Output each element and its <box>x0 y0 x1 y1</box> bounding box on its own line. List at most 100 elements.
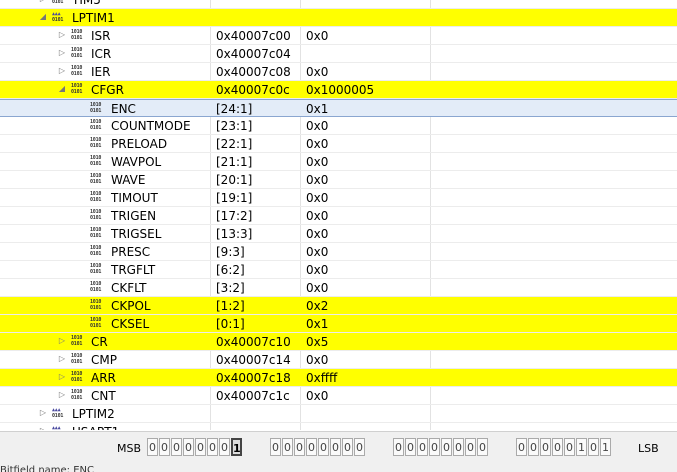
bit-cell[interactable]: 1 <box>600 438 611 456</box>
bitfield-row[interactable]: 1010 0101 ENC [24:1] 0x1 <box>0 99 677 117</box>
bit-cell[interactable]: 0 <box>318 438 329 456</box>
row-value: 0x0 <box>306 209 329 223</box>
bit-cell[interactable]: 0 <box>342 438 353 456</box>
row-value: 0x0 <box>306 119 329 133</box>
bit-cell[interactable]: 0 <box>528 438 539 456</box>
bit-cell[interactable]: 0 <box>516 438 527 456</box>
bitfield-row[interactable]: 1010 0101 CKSEL [0:1] 0x1 <box>0 315 677 333</box>
bitfield-icon: 1010 0101 <box>90 155 102 167</box>
collapsed-twisty-icon[interactable]: ▷ <box>57 30 67 40</box>
bitfield-row[interactable]: 1010 0101 COUNTMODE [23:1] 0x0 <box>0 117 677 135</box>
bitfield-icon: 1010 0101 <box>90 102 102 114</box>
collapsed-twisty-icon[interactable]: ▷ <box>57 372 67 382</box>
bit-cell[interactable]: 0 <box>393 438 404 456</box>
row-name: CKPOL <box>111 299 151 313</box>
bitfield-row[interactable]: 1010 0101 PRELOAD [22:1] 0x0 <box>0 135 677 153</box>
peripheral-row[interactable]: ▷ ▲▲▲0101 USART1 <box>0 423 677 430</box>
row-name: CMP <box>91 353 117 367</box>
bit-range: [21:1] <box>216 155 253 169</box>
register-row[interactable]: ▷ 1010 0101 CMP 0x40007c14 0x0 <box>0 351 677 369</box>
peripheral-row[interactable]: ▷ ▲▲▲ 0101 LPTIM2 <box>0 405 677 423</box>
register-row[interactable]: ▷ 1010 0101 ARR 0x40007c18 0xffff <box>0 369 677 387</box>
bitfield-row[interactable]: 1010 0101 TRIGSEL [13:3] 0x0 <box>0 225 677 243</box>
collapsed-twisty-icon[interactable]: ▷ <box>38 426 48 430</box>
bit-group: 00000101 <box>516 438 614 458</box>
register-row[interactable]: ▷ 1010 0101 ICR 0x40007c04 <box>0 45 677 63</box>
row-value: 0x0 <box>306 263 329 277</box>
bit-cell[interactable]: 1 <box>231 438 242 456</box>
bit-group: 00000000 <box>270 438 368 458</box>
register-address: 0x40007c04 <box>216 47 291 61</box>
row-name: LPTIM1 <box>72 11 115 25</box>
bit-cell[interactable]: 0 <box>405 438 416 456</box>
bit-cell[interactable]: 0 <box>306 438 317 456</box>
bitfield-row[interactable]: 1010 0101 TRGFLT [6:2] 0x0 <box>0 261 677 279</box>
collapsed-twisty-icon[interactable]: ▷ <box>57 390 67 400</box>
bit-cell[interactable]: 0 <box>147 438 158 456</box>
bit-cell[interactable]: 0 <box>270 438 281 456</box>
bit-cell[interactable]: 1 <box>576 438 587 456</box>
bit-range: [6:2] <box>216 263 245 277</box>
bitfield-row[interactable]: 1010 0101 TRIGEN [17:2] 0x0 <box>0 207 677 225</box>
row-name: ARR <box>91 371 116 385</box>
register-tree[interactable]: ▷ ▲▲▲0101 TIM5 ◢ ▲▲▲0101 LPTIM1 ▷ 10100101 ISR 0x… <box>0 0 677 430</box>
bit-cell[interactable]: 0 <box>171 438 182 456</box>
bit-cell[interactable]: 0 <box>294 438 305 456</box>
bitfield-icon: 1010 0101 <box>90 263 102 275</box>
bit-cell[interactable]: 0 <box>330 438 341 456</box>
row-name: ISR <box>91 29 111 43</box>
bit-cell[interactable]: 0 <box>429 438 440 456</box>
bit-cell[interactable]: 0 <box>417 438 428 456</box>
register-row[interactable]: ▷ 1010 0101 CR 0x40007c10 0x5 <box>0 333 677 351</box>
bit-cell[interactable]: 0 <box>219 438 230 456</box>
peripheral-icon: ▲▲▲0101 <box>52 11 64 23</box>
bitfield-row[interactable]: 1010 0101 WAVPOL [21:1] 0x0 <box>0 153 677 171</box>
register-row[interactable]: ▷ 1010 0101 ISR 0x40007c00 0x0 <box>0 27 677 45</box>
bit-range: [24:1] <box>216 102 253 116</box>
bit-cell[interactable]: 0 <box>183 438 194 456</box>
row-value: 0x0 <box>306 353 329 367</box>
row-value: 0x2 <box>306 299 329 313</box>
bitfield-icon: 1010 0101 <box>90 245 102 257</box>
row-name: TIMOUT <box>111 191 158 205</box>
bit-cell[interactable]: 0 <box>564 438 575 456</box>
bit-cell[interactable]: 0 <box>441 438 452 456</box>
collapsed-twisty-icon[interactable]: ▷ <box>57 48 67 58</box>
collapsed-twisty-icon[interactable]: ▷ <box>57 354 67 364</box>
expanded-twisty-icon[interactable]: ◢ <box>57 84 67 94</box>
register-row[interactable]: ▷ 1010 0101 CNT 0x40007c1c 0x0 <box>0 387 677 405</box>
bit-cell[interactable]: 0 <box>477 438 488 456</box>
row-name: USART1 <box>72 424 119 430</box>
register-icon: 1010 0101 <box>71 29 83 41</box>
bit-cell[interactable]: 0 <box>588 438 599 456</box>
register-icon: 1010 0101 <box>71 83 83 95</box>
bitfield-row[interactable]: 1010 0101 CKFLT [3:2] 0x0 <box>0 279 677 297</box>
bit-cell[interactable]: 0 <box>552 438 563 456</box>
bit-cell[interactable]: 0 <box>540 438 551 456</box>
bit-cell[interactable]: 0 <box>207 438 218 456</box>
register-icon: 1010 0101 <box>71 335 83 347</box>
bitfield-row[interactable]: 1010 0101 WAVE [20:1] 0x0 <box>0 171 677 189</box>
bitfield-row[interactable]: 1010 0101 PRESC [9:3] 0x0 <box>0 243 677 261</box>
bit-view-bar: MSB 00000001000000000000000000000101 LSB <box>0 431 677 462</box>
bit-cell[interactable]: 0 <box>453 438 464 456</box>
bit-cell[interactable]: 0 <box>159 438 170 456</box>
collapsed-twisty-icon[interactable]: ▷ <box>57 66 67 76</box>
register-row[interactable]: ◢ 1010 0101 CFGR 0x40007c0c 0x1000005 <box>0 81 677 99</box>
bit-cell[interactable]: 0 <box>195 438 206 456</box>
bitfield-row[interactable]: 1010 0101 CKPOL [1:2] 0x2 <box>0 297 677 315</box>
bit-cell[interactable]: 0 <box>465 438 476 456</box>
bitfield-row[interactable]: 1010 0101 TIMOUT [19:1] 0x0 <box>0 189 677 207</box>
bit-cell[interactable]: 0 <box>282 438 293 456</box>
bit-range: [13:3] <box>216 227 253 241</box>
register-row[interactable]: ▷ 1010 0101 IER 0x40007c08 0x0 <box>0 63 677 81</box>
peripheral-row[interactable]: ▷ ▲▲▲0101 TIM5 <box>0 0 677 9</box>
collapsed-twisty-icon[interactable]: ▷ <box>38 0 48 4</box>
peripheral-row[interactable]: ◢ ▲▲▲ 0101 LPTIM1 <box>0 9 677 27</box>
row-name: COUNTMODE <box>111 119 191 133</box>
expanded-twisty-icon[interactable]: ◢ <box>38 12 48 22</box>
collapsed-twisty-icon[interactable]: ▷ <box>38 408 48 418</box>
bit-range: [0:1] <box>216 317 245 331</box>
bit-cell[interactable]: 0 <box>354 438 365 456</box>
collapsed-twisty-icon[interactable]: ▷ <box>57 336 67 346</box>
